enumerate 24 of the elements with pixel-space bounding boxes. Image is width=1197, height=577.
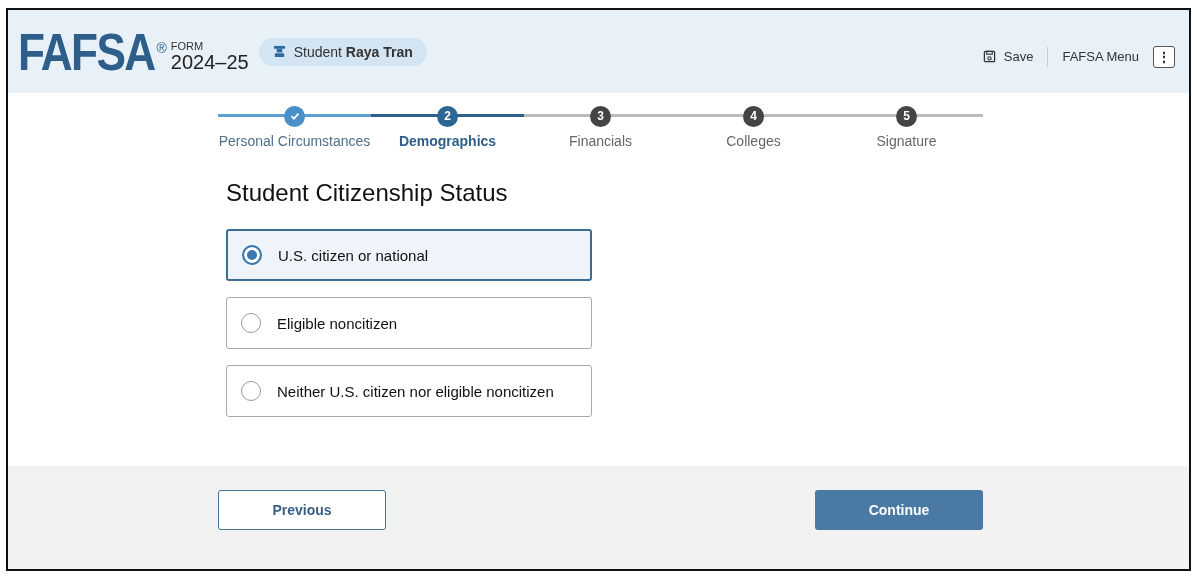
previous-button[interactable]: Previous — [218, 490, 386, 530]
form-label: FORM — [170, 39, 205, 52]
step-label[interactable]: Financials — [569, 133, 632, 149]
menu-button[interactable]: FAFSA Menu — [1062, 49, 1139, 64]
student-name: Student Raya Tran — [293, 43, 413, 60]
step-number: 5 — [896, 105, 917, 127]
form-year: 2024–25 — [170, 51, 249, 72]
step-label[interactable]: Demographics — [398, 133, 497, 149]
radio-option[interactable]: Eligible noncitizen — [226, 297, 592, 349]
continue-button[interactable]: Continue — [815, 490, 983, 530]
step-number: 2 — [437, 105, 458, 127]
radio-option[interactable]: U.S. citizen or national — [226, 229, 592, 281]
more-options-button[interactable]: ⋮ — [1153, 45, 1175, 68]
step-label[interactable]: Colleges — [726, 133, 781, 149]
step-number: 4 — [743, 105, 764, 127]
step-label[interactable]: Signature — [876, 133, 937, 149]
save-icon — [982, 50, 996, 63]
page-title: Student Citizenship Status — [226, 179, 509, 207]
fafsa-logo: FAFSA — [18, 25, 155, 78]
step-label[interactable]: Personal Circumstances — [218, 133, 371, 149]
registered-mark: ® — [156, 39, 167, 56]
save-button[interactable]: Save — [982, 49, 1034, 64]
step-number: 3 — [590, 105, 611, 127]
radio-option[interactable]: Neither U.S. citizen nor eligible noncitizen — [226, 365, 592, 417]
